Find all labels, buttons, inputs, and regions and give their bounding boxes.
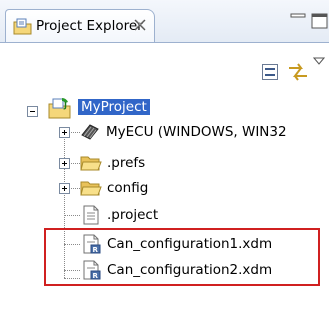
expand-toggle-icon[interactable] bbox=[59, 127, 70, 138]
project-icon: J bbox=[48, 98, 71, 119]
view-title-bar: Project Explorer bbox=[0, 0, 329, 44]
minimize-icon[interactable] bbox=[290, 13, 306, 25]
tree-item-label: .project bbox=[107, 207, 159, 223]
tree-item-label: MyECU (WINDOWS, WIN32 bbox=[106, 124, 287, 140]
tree-item-myecu[interactable]: MyECU (WINDOWS, WIN32 bbox=[0, 121, 329, 145]
folder-icon bbox=[80, 156, 102, 171]
file-icon bbox=[83, 205, 99, 225]
tree-item-project-file[interactable]: .project bbox=[0, 204, 329, 228]
maximize-icon[interactable] bbox=[311, 13, 329, 29]
tree-item-project[interactable]: J MyProject bbox=[0, 96, 329, 120]
tree-item-label: MyProject bbox=[78, 99, 150, 115]
tree-item-label: config bbox=[107, 180, 149, 196]
folder-icon bbox=[80, 181, 102, 196]
close-x-icon[interactable] bbox=[133, 18, 147, 32]
link-with-editor-icon[interactable] bbox=[287, 62, 309, 82]
view-title: Project Explorer bbox=[36, 18, 143, 34]
tab-project-explorer[interactable]: Project Explorer bbox=[5, 9, 155, 44]
tree-item-label: .prefs bbox=[107, 155, 146, 171]
collapse-toggle-icon[interactable] bbox=[27, 106, 38, 117]
project-explorer-view: Project Explorer J MyProject MyECU (WIND… bbox=[0, 0, 329, 309]
tree-item-config[interactable]: config bbox=[0, 177, 329, 201]
expand-toggle-icon[interactable] bbox=[59, 158, 70, 169]
collapse-all-icon[interactable] bbox=[262, 64, 278, 80]
ecu-icon bbox=[81, 124, 99, 140]
tree-item-prefs[interactable]: .prefs bbox=[0, 152, 329, 176]
expand-toggle-icon[interactable] bbox=[59, 183, 70, 194]
project-explorer-folder-icon bbox=[13, 18, 32, 35]
view-menu-icon[interactable] bbox=[313, 56, 325, 66]
highlight-box bbox=[44, 228, 320, 286]
svg-text:J: J bbox=[63, 101, 67, 110]
view-toolbar bbox=[0, 43, 329, 87]
